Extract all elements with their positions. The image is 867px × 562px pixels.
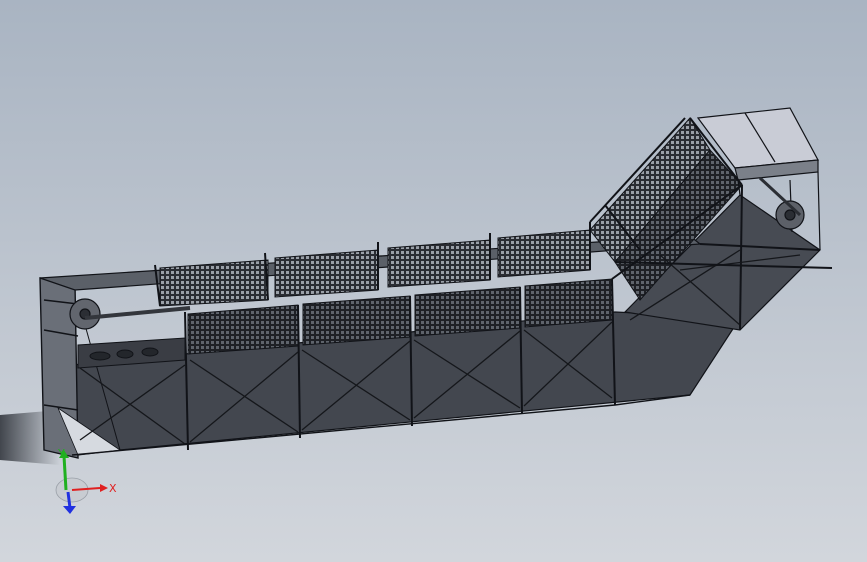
x-axis-label: X [109, 482, 117, 495]
graphics-viewport[interactable]: X Y [0, 0, 867, 562]
x-axis-arrow [100, 484, 108, 492]
z-axis-arrow [63, 506, 76, 514]
conveyor-model[interactable] [0, 0, 867, 562]
z-axis-line [66, 491, 72, 509]
reference-triad: X Y [55, 448, 117, 514]
y-axis-line [62, 455, 68, 491]
y-axis-label: Y [57, 448, 65, 460]
